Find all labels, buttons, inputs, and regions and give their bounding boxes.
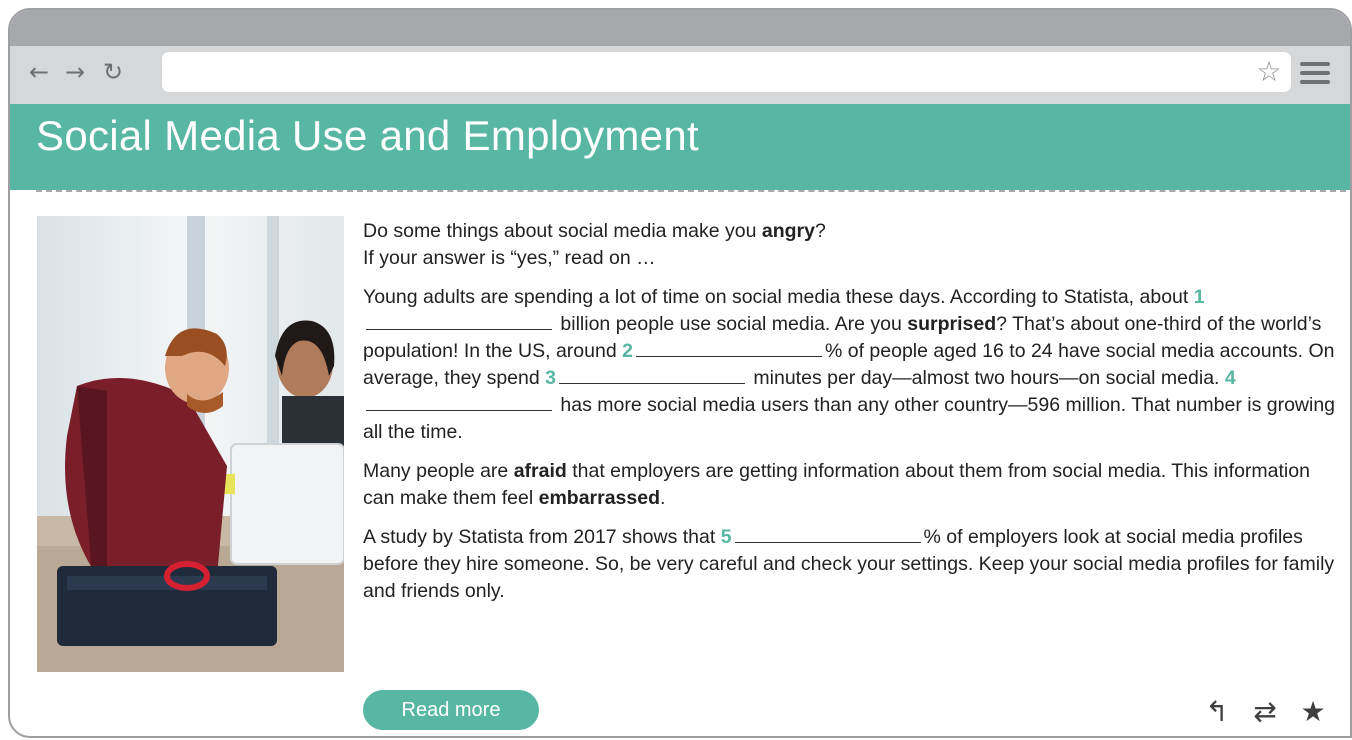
read-more-button[interactable]: Read more bbox=[363, 690, 539, 730]
blank-number-4: 4 bbox=[1224, 367, 1236, 389]
study-paragraph: A study by Statista from 2017 shows that… bbox=[363, 524, 1335, 602]
bookmark-star-icon[interactable]: ☆ bbox=[1253, 54, 1285, 90]
address-bar[interactable]: ☆ bbox=[162, 52, 1291, 92]
share-icon[interactable]: ⇄ bbox=[1248, 695, 1282, 729]
intro-paragraph: Do some things about social media make y… bbox=[363, 220, 826, 269]
photo-illustration bbox=[37, 216, 344, 672]
blank-2[interactable] bbox=[635, 338, 822, 357]
page-title: Social Media Use and Employment bbox=[36, 112, 699, 159]
office-workers-photo bbox=[37, 216, 344, 672]
reload-icon[interactable]: ↻ bbox=[100, 57, 126, 87]
blank-5[interactable] bbox=[734, 524, 921, 543]
vocab-angry: angry bbox=[761, 220, 815, 242]
vocab-afraid: afraid bbox=[513, 460, 567, 482]
hamburger-menu-icon[interactable] bbox=[1300, 62, 1330, 84]
article-body: Do some things about social media make y… bbox=[363, 218, 1338, 617]
dashed-divider bbox=[36, 190, 1346, 192]
blank-4[interactable] bbox=[366, 392, 552, 411]
blank-number-2: 2 bbox=[622, 340, 633, 362]
browser-window: ← → ↻ ☆ Social Media Use and Employment bbox=[8, 8, 1352, 738]
forward-arrow-icon[interactable]: → bbox=[62, 57, 88, 87]
article-actions: ↰ ⇄ ★ bbox=[1200, 694, 1330, 730]
blank-number-5: 5 bbox=[720, 526, 732, 548]
blank-3[interactable] bbox=[559, 365, 745, 384]
vocab-surprised: surprised bbox=[907, 313, 997, 335]
blank-number-1: 1 bbox=[1193, 286, 1205, 308]
favorite-star-icon[interactable]: ★ bbox=[1296, 695, 1330, 729]
browser-top-bar bbox=[10, 10, 1350, 46]
vocab-embarrassed: embarrassed bbox=[538, 487, 661, 509]
statistics-paragraph: Young adults are spending a lot of time … bbox=[363, 286, 1336, 443]
back-arrow-icon[interactable]: ← bbox=[26, 57, 52, 87]
employers-paragraph: Many people are afraid that employers ar… bbox=[363, 460, 1310, 509]
reply-icon[interactable]: ↰ bbox=[1200, 695, 1234, 729]
blank-1[interactable] bbox=[366, 311, 552, 330]
blank-number-3: 3 bbox=[545, 367, 556, 389]
